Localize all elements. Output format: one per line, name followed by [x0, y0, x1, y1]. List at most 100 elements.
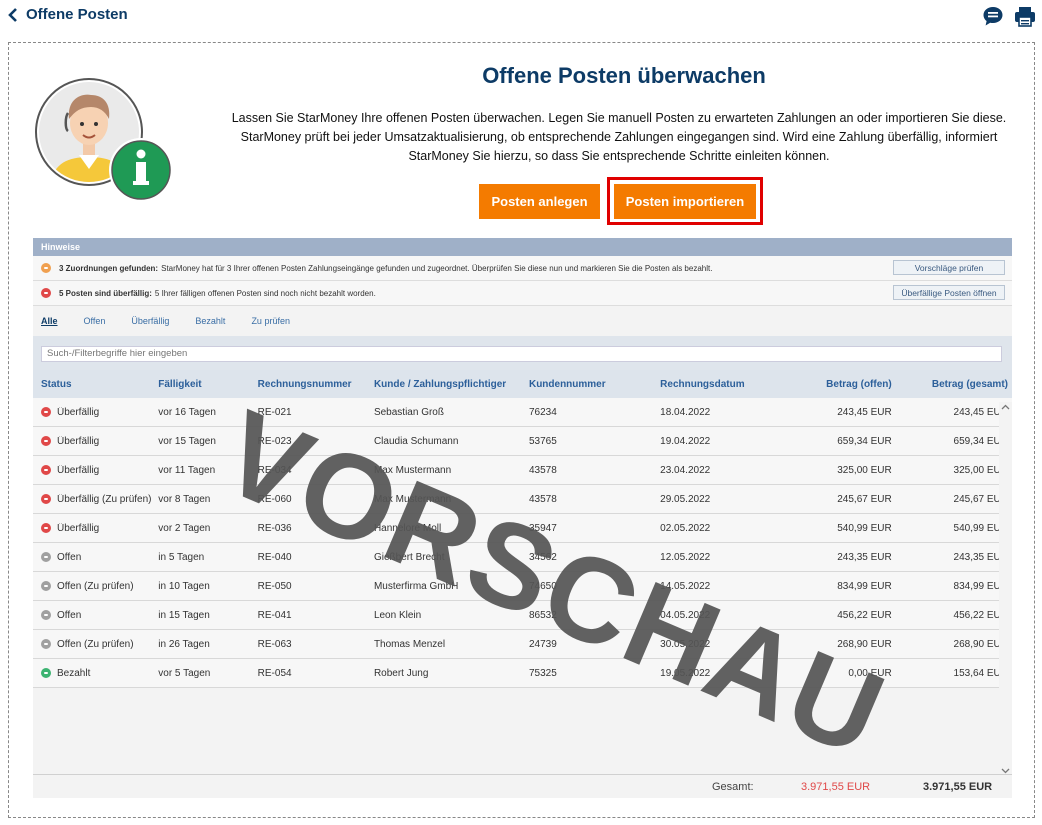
status-text: Überfällig [57, 464, 100, 476]
table-row[interactable]: Offen (Zu prüfen) in 10 Tagen RE-050 Muster… [33, 572, 1012, 601]
warning-dot-icon [41, 288, 51, 298]
status-cell: Offen [33, 610, 158, 621]
table-cell: 12.05.2022 [660, 551, 711, 563]
table-row[interactable]: Offen (Zu prüfen) in 26 Tagen RE-063 Thomas… [33, 630, 1012, 659]
table-row[interactable]: Bezahlt vor 5 Tagen RE-054 Robert Jung 75325… [33, 659, 1012, 688]
hint-bold: 3 Zuordnungen gefunden: [59, 263, 159, 273]
back-label: Offene Posten [26, 6, 128, 23]
table-cell: RE-036 [257, 522, 292, 534]
column-header[interactable]: Kundennummer [529, 379, 660, 390]
column-header[interactable]: Betrag (offen) [777, 379, 892, 390]
column-header[interactable]: Rechnungsnummer [258, 379, 374, 390]
table-cell: in 26 Tagen [158, 638, 210, 650]
status-dot-icon [41, 610, 51, 620]
status-text: Offen [57, 609, 82, 621]
speech-bubble-icon[interactable] [982, 5, 1004, 27]
filter-tabs: Alle Offen Überfällig Bezahlt Zu prüfen [33, 306, 1012, 336]
table-cell: 43578 [528, 493, 557, 505]
table-cell: vor 16 Tagen [158, 406, 216, 418]
status-text: Überfällig [57, 406, 100, 418]
tab-all[interactable]: Alle [41, 316, 58, 326]
status-text: Überfällig [57, 435, 100, 447]
status-text: Überfällig [57, 522, 100, 534]
status-text: Überfällig (Zu prüfen) [57, 493, 152, 505]
status-cell: Überfällig [33, 436, 158, 447]
table-footer: Gesamt: 3.971,55 EUR 3.971,55 EUR [33, 774, 1012, 798]
table-cell: 659,34 EUR [837, 435, 892, 447]
table-cell: 43578 [528, 464, 557, 476]
table-row[interactable]: Überfällig (Zu prüfen) vor 8 Tagen RE-060 M… [33, 485, 1012, 514]
table-cell: Gießbert Brecht [373, 551, 445, 563]
printer-icon[interactable] [1014, 6, 1036, 27]
table-cell: 14.05.2022 [660, 580, 711, 592]
status-dot-icon [41, 465, 51, 475]
scrollbar[interactable] [999, 402, 1012, 778]
scroll-up-icon[interactable] [1001, 404, 1010, 410]
table-cell: Thomas Menzel [373, 638, 446, 650]
table-cell: 30.05.2022 [660, 638, 711, 650]
hint-bold: 5 Posten sind überfällig: [59, 288, 152, 298]
check-suggestions-button[interactable]: Vorschläge prüfen [893, 260, 1005, 275]
table-cell: in 5 Tagen [158, 551, 205, 563]
status-dot-icon [41, 668, 51, 678]
table-row[interactable]: Überfällig vor 15 Tagen RE-023 Claudia Schu… [33, 427, 1012, 456]
table-cell: 0,00 EUR [848, 667, 892, 679]
table-row[interactable]: Überfällig vor 2 Tagen RE-036 Hannelore Mol… [33, 514, 1012, 543]
status-text: Bezahlt [57, 667, 91, 679]
table-cell: RE-060 [257, 493, 292, 505]
table-cell: RE-054 [257, 667, 292, 679]
status-cell: Überfällig (Zu prüfen) [33, 494, 158, 505]
table-cell: 456,22 EUR [953, 609, 1008, 621]
status-cell: Überfällig [33, 407, 158, 418]
table-row[interactable]: Offen in 15 Tagen RE-041 Leon Klein 86532 04.… [33, 601, 1012, 630]
page-title: Offene Posten überwachen [482, 63, 766, 88]
top-bar: Offene Posten [0, 0, 1042, 34]
column-header[interactable]: Status [33, 379, 158, 390]
table-cell: Claudia Schumann [373, 435, 459, 447]
tab-overdue[interactable]: Überfällig [131, 316, 169, 326]
table-cell: 24739 [528, 638, 557, 650]
status-cell: Überfällig [33, 465, 158, 476]
import-items-button[interactable]: Posten importieren [614, 184, 756, 219]
table-cell: Sebastian Groß [373, 406, 444, 418]
hint-overdue: 5 Posten sind überfällig: 5 Ihrer fällig… [33, 281, 1012, 306]
column-header[interactable]: Kunde / Zahlungspflichtiger [374, 379, 529, 390]
table-cell: vor 15 Tagen [158, 435, 216, 447]
table-cell: Max Mustermann [373, 493, 452, 505]
status-dot-icon [41, 523, 51, 533]
table-row[interactable]: Überfällig vor 16 Tagen RE-021 Sebastian Gr… [33, 398, 1012, 427]
table-cell: Hannelore Moll [373, 522, 442, 534]
column-header[interactable]: Betrag (gesamt) [892, 379, 1012, 390]
table-cell: vor 5 Tagen [158, 667, 211, 679]
table-row[interactable]: Offen in 5 Tagen RE-040 Gießbert Brecht 3456… [33, 543, 1012, 572]
search-bar [33, 336, 1012, 370]
table-cell: 268,90 EUR [953, 638, 1008, 650]
back-button[interactable]: Offene Posten [8, 6, 128, 23]
table-cell: 325,00 EUR [837, 464, 892, 476]
status-cell: Überfällig [33, 523, 158, 534]
tab-paid[interactable]: Bezahlt [195, 316, 225, 326]
table-cell: 834,99 EUR [953, 580, 1008, 592]
table-header: Status Fälligkeit Rechnungsnummer Kunde … [33, 370, 1012, 398]
tab-to-check[interactable]: Zu prüfen [251, 316, 290, 326]
table-cell: vor 11 Tagen [158, 464, 216, 476]
column-header[interactable]: Rechnungsdatum [660, 379, 777, 390]
footer-label: Gesamt: [712, 781, 754, 793]
table-cell: 153,64 EUR [953, 667, 1008, 679]
search-input[interactable] [41, 345, 1002, 362]
status-text: Offen [57, 551, 82, 563]
table-row[interactable]: Überfällig vor 11 Tagen RE-034 Max Musterma… [33, 456, 1012, 485]
open-overdue-button[interactable]: Überfällige Posten öffnen [893, 285, 1005, 300]
table-cell: RE-021 [257, 406, 292, 418]
table-cell: 243,45 EUR [953, 406, 1008, 418]
table-cell: Robert Jung [373, 667, 429, 679]
create-items-button[interactable]: Posten anlegen [479, 184, 600, 219]
table-cell: 540,99 EUR [837, 522, 892, 534]
status-dot-icon [41, 639, 51, 649]
table-cell: 53765 [528, 435, 557, 447]
table-cell: 268,90 EUR [837, 638, 892, 650]
table-cell: 18.04.2022 [660, 406, 711, 418]
tab-open[interactable]: Offen [84, 316, 106, 326]
column-header[interactable]: Fälligkeit [158, 379, 257, 390]
info-dot-icon [41, 263, 51, 273]
